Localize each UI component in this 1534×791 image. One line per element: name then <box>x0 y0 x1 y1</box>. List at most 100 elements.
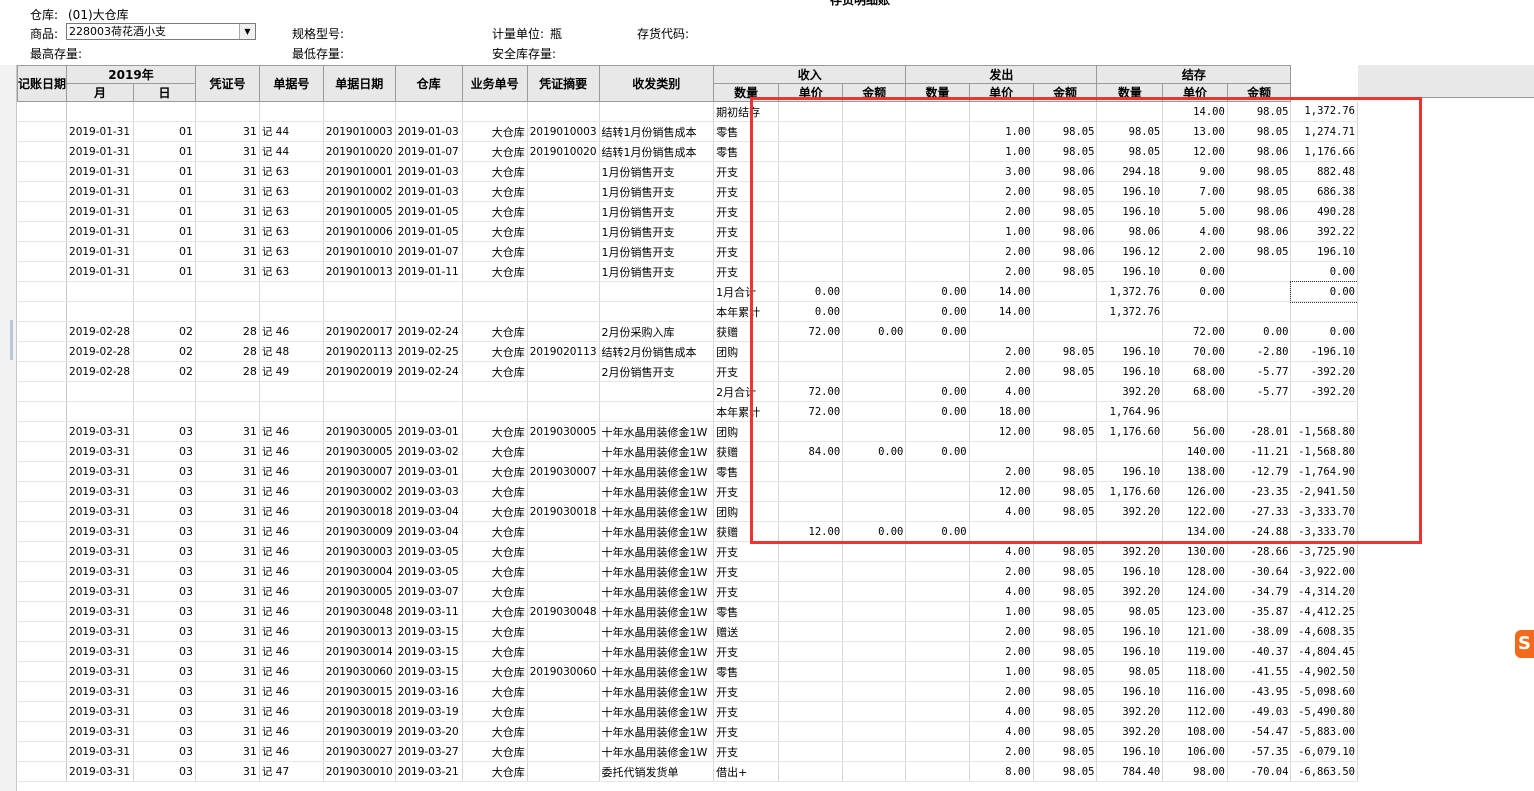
table-cell[interactable] <box>778 741 844 762</box>
table-cell[interactable] <box>778 661 844 682</box>
table-cell[interactable]: 98.05 <box>1096 661 1164 682</box>
table-cell[interactable]: -392.20 <box>1290 361 1358 382</box>
table-cell[interactable]: 1月份销售开支 <box>599 161 715 182</box>
table-cell[interactable]: 零售 <box>713 141 780 162</box>
table-cell[interactable]: 开支 <box>713 681 780 702</box>
table-cell[interactable] <box>527 701 600 722</box>
table-cell[interactable]: 0.00 <box>842 441 907 462</box>
table-cell[interactable] <box>527 541 600 562</box>
table-cell[interactable] <box>969 521 1034 542</box>
col-header-month[interactable]: 月 <box>66 83 134 102</box>
table-cell[interactable]: 记 63 <box>259 201 324 222</box>
row-indicator[interactable] <box>17 601 68 622</box>
table-cell[interactable]: 2019-01-07 <box>395 241 463 262</box>
table-cell[interactable] <box>905 621 970 642</box>
table-cell[interactable]: 2019010001 <box>323 161 396 182</box>
table-cell[interactable]: 28 <box>195 341 260 362</box>
table-cell[interactable]: 大仓库 <box>462 441 528 462</box>
table-cell[interactable] <box>842 681 907 702</box>
table-cell[interactable]: 团购 <box>713 501 780 522</box>
table-cell[interactable]: 1,176.60 <box>1096 481 1164 502</box>
table-cell[interactable]: 记 46 <box>259 541 324 562</box>
table-cell[interactable] <box>323 301 396 322</box>
table-cell[interactable]: 2019-03-31 <box>66 681 134 702</box>
table-cell[interactable] <box>842 741 907 762</box>
table-cell[interactable]: 2.00 <box>969 741 1034 762</box>
table-cell[interactable]: 记 46 <box>259 501 324 522</box>
table-cell[interactable]: 2019030048 <box>323 601 396 622</box>
col-header-out-amount[interactable]: 金额 <box>1032 83 1098 102</box>
table-cell[interactable] <box>842 601 907 622</box>
table-cell[interactable]: 1,176.66 <box>1290 141 1358 162</box>
table-cell[interactable]: 1.00 <box>969 221 1034 242</box>
table-cell[interactable]: 1月份销售开支 <box>599 221 715 242</box>
table-cell[interactable]: 1,764.96 <box>1096 401 1164 422</box>
table-cell[interactable] <box>905 661 970 682</box>
table-cell[interactable]: 98.05 <box>1033 621 1098 642</box>
table-cell[interactable]: 116.00 <box>1162 681 1228 702</box>
table-cell[interactable]: 2019030015 <box>323 681 396 702</box>
col-header-doc-date[interactable]: 单据日期 <box>322 65 396 102</box>
table-cell[interactable]: 大仓库 <box>462 561 528 582</box>
table-cell[interactable]: 2019010010 <box>323 241 396 262</box>
row-indicator[interactable] <box>17 461 68 482</box>
table-cell[interactable] <box>842 501 907 522</box>
col-header-in-price[interactable]: 单价 <box>778 83 844 102</box>
table-cell[interactable] <box>778 561 844 582</box>
row-indicator[interactable] <box>17 661 68 682</box>
table-cell[interactable]: -5,490.80 <box>1290 701 1358 722</box>
table-cell[interactable]: 2019030002 <box>323 481 396 502</box>
col-header-out-price[interactable]: 单价 <box>968 83 1034 102</box>
table-cell[interactable]: 98.05 <box>1033 761 1098 782</box>
row-indicator[interactable] <box>17 361 68 382</box>
table-cell[interactable]: -1,568.80 <box>1290 441 1358 462</box>
table-cell[interactable]: 392.20 <box>1096 381 1164 402</box>
col-header-in-qty[interactable]: 数量 <box>713 83 780 102</box>
table-cell[interactable]: 196.10 <box>1096 561 1164 582</box>
table-cell[interactable]: 98.05 <box>1033 421 1098 442</box>
table-cell[interactable]: 0.00 <box>905 381 970 402</box>
table-cell[interactable]: 开支 <box>713 361 780 382</box>
table-cell[interactable]: 98.05 <box>1033 541 1098 562</box>
table-cell[interactable] <box>842 241 907 262</box>
table-cell[interactable] <box>842 661 907 682</box>
row-indicator[interactable] <box>17 561 68 582</box>
table-cell[interactable]: 1,372.76 <box>1096 301 1164 322</box>
table-cell[interactable]: 98.05 <box>1033 481 1098 502</box>
table-cell[interactable]: 开支 <box>713 241 780 262</box>
table-cell[interactable]: 开支 <box>713 701 780 722</box>
table-cell[interactable]: 大仓库 <box>462 501 528 522</box>
table-cell[interactable]: 03 <box>133 601 197 622</box>
product-select[interactable]: 228003荷花酒小支 ▼ <box>66 23 256 40</box>
table-cell[interactable] <box>842 701 907 722</box>
table-cell[interactable]: 本年累计 <box>713 301 780 322</box>
row-indicator[interactable] <box>17 381 68 402</box>
table-cell[interactable]: 4.00 <box>969 581 1034 602</box>
table-cell[interactable]: 0.00 <box>1290 321 1358 342</box>
table-cell[interactable]: 开支 <box>713 561 780 582</box>
table-cell[interactable]: 03 <box>133 661 197 682</box>
row-indicator[interactable] <box>17 741 68 762</box>
col-header-biz-no[interactable]: 业务单号 <box>461 65 528 102</box>
table-cell[interactable]: 98.05 <box>1033 641 1098 662</box>
table-cell[interactable] <box>1033 521 1098 542</box>
table-cell[interactable]: 14.00 <box>1162 101 1228 122</box>
col-header-io-type[interactable]: 收发类别 <box>598 65 715 102</box>
col-header-date[interactable]: 记账日期 <box>17 65 68 102</box>
table-cell[interactable]: 2019030060 <box>323 661 396 682</box>
table-cell[interactable]: -24.88 <box>1227 521 1292 542</box>
table-cell[interactable]: -5.77 <box>1227 381 1292 402</box>
table-cell[interactable]: 0.00 <box>778 281 844 302</box>
table-cell[interactable]: -3,725.90 <box>1290 541 1358 562</box>
row-indicator[interactable] <box>17 261 68 282</box>
row-indicator[interactable] <box>17 141 68 162</box>
table-cell[interactable]: 2019-03-07 <box>395 581 463 602</box>
table-cell[interactable]: 196.10 <box>1096 461 1164 482</box>
table-row[interactable]: 期初结存 14.00 98.05 1,372.76 <box>17 101 1358 122</box>
table-row[interactable]: 2019-03-31 03 31 记 46 2019030009 2019-03-04 大仓… <box>17 521 1358 542</box>
table-row[interactable]: 2019-01-31 01 31 记 44 2019010003 2019-01-03 大仓… <box>17 121 1358 142</box>
table-cell[interactable] <box>527 521 600 542</box>
table-cell[interactable]: 2019-01-31 <box>66 161 134 182</box>
table-cell[interactable]: -3,922.00 <box>1290 561 1358 582</box>
table-cell[interactable]: 十年水晶用装修金1W <box>599 561 715 582</box>
